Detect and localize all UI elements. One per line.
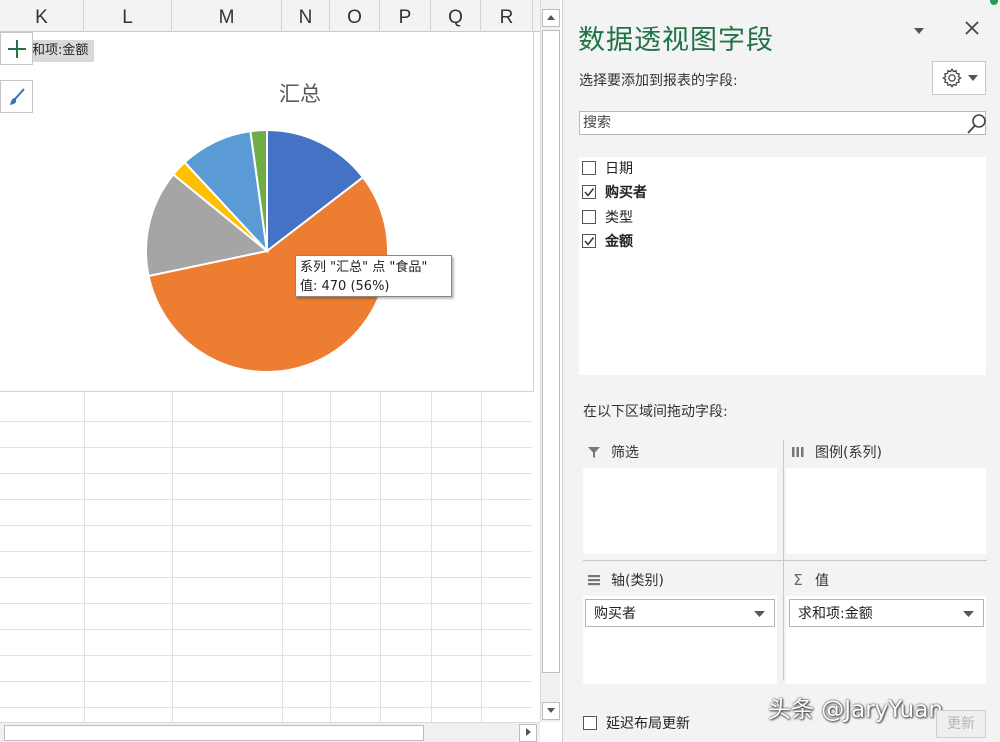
values-area-label: 值 <box>815 573 829 589</box>
field-list: 日期 购买者 类型 金额 <box>579 157 986 375</box>
field-checkbox[interactable] <box>582 185 596 199</box>
columns-icon <box>792 447 804 457</box>
column-header-p[interactable]: P <box>380 0 431 32</box>
values-area-header: Σ 值 <box>789 569 829 591</box>
rows-icon <box>588 575 600 586</box>
excel-window: K L M N O P Q R 汇总 和项:金额 系列 "汇总" 点 "食品" … <box>0 0 1000 742</box>
filter-area-label: 筛选 <box>611 445 639 461</box>
drag-fields-label: 在以下区域间拖动字段: <box>583 404 728 420</box>
field-label: 类型 <box>605 210 633 226</box>
pie-chart-canvas[interactable]: 汇总 <box>0 32 534 392</box>
column-headers: K L M N O P Q R <box>0 0 540 32</box>
axis-field-label: 购买者 <box>594 606 636 622</box>
legend-area-header: 图例(系列) <box>789 441 882 463</box>
triangle-right-icon <box>526 728 531 736</box>
tooltip-series-line: 系列 "汇总" 点 "食品" <box>300 260 428 275</box>
field-label: 日期 <box>605 161 633 177</box>
defer-layout-update[interactable]: 延迟布局更新 <box>583 712 690 734</box>
legend-area-label: 图例(系列) <box>815 445 882 461</box>
triangle-up-icon <box>547 15 555 20</box>
column-header-q[interactable]: Q <box>431 0 481 32</box>
field-item-amount[interactable]: 金额 <box>582 230 633 252</box>
chart-styles-button[interactable] <box>0 80 33 113</box>
horizontal-scrollbar[interactable] <box>0 722 540 742</box>
horizontal-scroll-thumb[interactable] <box>4 725 424 741</box>
close-icon <box>965 21 979 35</box>
choose-fields-label: 选择要添加到报表的字段: <box>579 73 738 89</box>
brush-icon <box>9 87 25 105</box>
chart-title: 汇总 <box>279 82 321 106</box>
values-field-label: 求和项:金额 <box>798 606 873 622</box>
pivot-chart[interactable]: 汇总 <box>0 32 534 392</box>
scroll-up-button[interactable] <box>542 9 560 27</box>
axis-field-pill[interactable]: 购买者 <box>585 599 775 627</box>
values-field-pill[interactable]: 求和项:金额 <box>789 599 984 627</box>
field-item-buyer[interactable]: 购买者 <box>582 181 647 203</box>
field-label: 购买者 <box>605 185 647 201</box>
update-button[interactable]: 更新 <box>936 710 986 738</box>
plus-icon <box>7 39 26 58</box>
tooltip-value-line: 值: 470 (56%) <box>300 279 390 294</box>
field-item-date[interactable]: 日期 <box>582 157 633 179</box>
tools-button[interactable] <box>932 61 986 95</box>
field-label: 金额 <box>605 234 633 250</box>
chart-elements-button[interactable] <box>0 32 33 65</box>
field-search-input[interactable] <box>580 112 960 134</box>
worksheet: K L M N O P Q R 汇总 和项:金额 系列 "汇总" 点 "食品" … <box>0 0 540 742</box>
field-checkbox[interactable] <box>582 161 596 175</box>
vertical-scrollbar[interactable] <box>540 0 560 722</box>
column-header-o[interactable]: O <box>330 0 380 32</box>
dropdown-triangle-icon <box>963 611 974 617</box>
search-icon[interactable] <box>966 113 988 135</box>
scroll-right-button[interactable] <box>519 724 537 742</box>
column-header-k[interactable]: K <box>0 0 84 32</box>
column-header-n[interactable]: N <box>282 0 330 32</box>
filter-drop-zone[interactable] <box>583 468 777 554</box>
filter-icon <box>588 447 600 458</box>
column-header-l[interactable]: L <box>84 0 172 32</box>
pivot-chart-fields-pane: 数据透视图字段 选择要添加到报表的字段: 搜索 日期 购买者 类型 金额 在以下… <box>562 0 1000 742</box>
field-item-type[interactable]: 类型 <box>582 206 633 228</box>
field-checkbox[interactable] <box>582 210 596 224</box>
chart-tooltip: 系列 "汇总" 点 "食品" 值: 470 (56%) <box>295 255 452 297</box>
dropdown-triangle-icon <box>754 611 765 617</box>
pane-options-button[interactable] <box>913 25 925 39</box>
axis-area-header: 轴(类别) <box>585 569 664 591</box>
checkmark-icon <box>584 188 595 197</box>
field-checkbox[interactable] <box>582 234 596 248</box>
field-search-box[interactable] <box>579 111 986 135</box>
checkmark-icon <box>584 237 595 246</box>
filter-area-header: 筛选 <box>585 441 639 463</box>
sigma-icon: Σ <box>793 571 803 589</box>
defer-label: 延迟布局更新 <box>606 716 690 732</box>
dropdown-triangle-icon <box>914 28 924 34</box>
triangle-down-icon <box>547 708 555 713</box>
vertical-scroll-thumb[interactable] <box>542 30 560 673</box>
axis-area-label: 轴(类别) <box>611 573 664 589</box>
legend-drop-zone[interactable] <box>786 468 986 554</box>
watermark: 头条 @JaryYuan <box>768 697 943 723</box>
pane-title: 数据透视图字段 <box>578 25 774 56</box>
defer-checkbox[interactable] <box>583 716 597 730</box>
dropdown-triangle-icon <box>967 75 978 81</box>
value-field-button[interactable]: 和项:金额 <box>28 40 95 62</box>
column-header-m[interactable]: M <box>172 0 282 32</box>
pane-close-button[interactable] <box>963 18 981 43</box>
gear-icon <box>941 68 962 88</box>
column-header-r[interactable]: R <box>481 0 533 32</box>
scroll-down-button[interactable] <box>542 702 560 720</box>
